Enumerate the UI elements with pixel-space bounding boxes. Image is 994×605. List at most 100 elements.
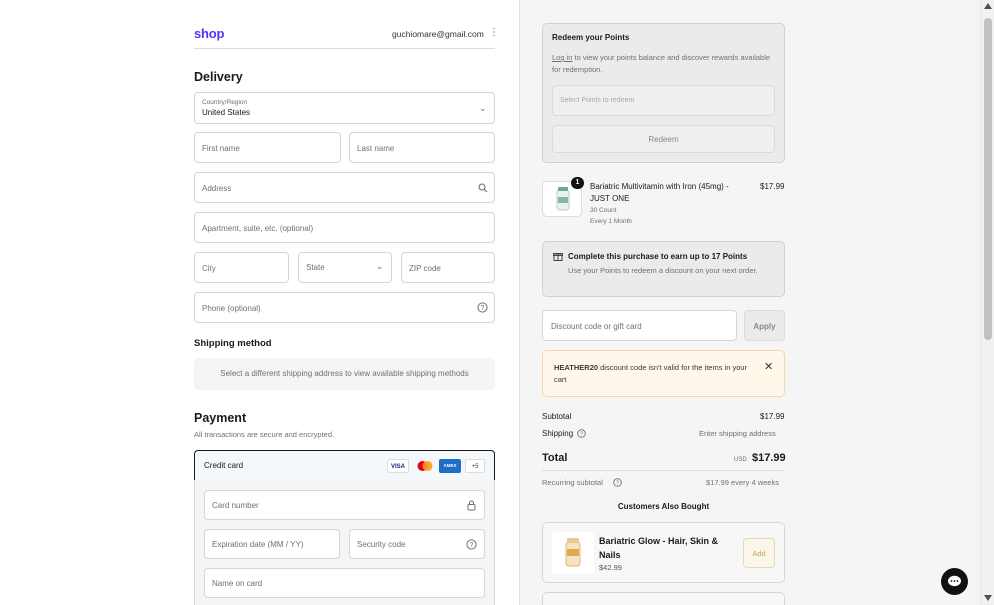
address-field[interactable]: Address [194, 172, 495, 203]
product-variant: 30 Count [590, 207, 617, 214]
country-select[interactable]: Country/Region United States ⌄ [194, 92, 495, 124]
gift-icon [553, 253, 563, 261]
discount-code-input[interactable]: Discount code or gift card [542, 310, 737, 341]
city-placeholder: City [202, 264, 216, 273]
mastercard-icon [415, 459, 435, 473]
address-placeholder: Address [202, 184, 232, 193]
product-frequency: Every 1 Month [590, 218, 632, 225]
first-name-field[interactable]: First name [194, 132, 341, 163]
customers-also-bought-title: Customers Also Bought [617, 502, 710, 511]
first-name-placeholder: First name [202, 144, 240, 153]
city-field[interactable]: City [194, 252, 289, 283]
name-on-card-field[interactable]: Name on card [204, 568, 485, 598]
discount-code: HEATHER20 [554, 363, 599, 372]
product-price: $17.99 [760, 182, 785, 191]
phone-placeholder: Phone (optional) [202, 304, 261, 313]
recurring-value: $17.99 every 4 weeks [706, 478, 779, 487]
card-number-placeholder: Card number [212, 501, 259, 510]
points-select-placeholder: Select Points to redeem [560, 97, 635, 104]
redeem-points-title: Redeem your Points [552, 33, 630, 42]
last-name-field[interactable]: Last name [349, 132, 495, 163]
checkout-main: shop guchiomare@gmail.com ⋮ Delivery Cou… [0, 0, 519, 605]
help-icon[interactable]: ? [577, 429, 586, 438]
quantity-badge: 1 [571, 177, 584, 189]
kebab-icon[interactable]: ⋮ [489, 28, 499, 38]
lock-icon [467, 500, 476, 511]
shipping-method-message: Select a different shipping address to v… [194, 358, 495, 390]
shop-logo[interactable]: shop [194, 26, 224, 41]
zip-field[interactable]: ZIP code [401, 252, 495, 283]
upsell-product-card [542, 592, 785, 605]
scroll-up-icon[interactable] [984, 3, 992, 9]
expiration-placeholder: Expiration date (MM / YY) [212, 540, 304, 549]
earn-points-title: Complete this purchase to earn up to 17 … [568, 252, 748, 261]
scroll-down-icon[interactable] [984, 595, 992, 601]
credit-card-option[interactable]: Credit card VISA AMEX +5 [194, 450, 495, 481]
zip-placeholder: ZIP code [409, 264, 441, 273]
svg-text:?: ? [470, 542, 474, 549]
payment-subtitle: All transactions are secure and encrypte… [194, 430, 335, 439]
apartment-placeholder: Apartment, suite, etc. (optional) [202, 224, 314, 233]
state-placeholder: State [306, 263, 325, 272]
svg-text:?: ? [616, 481, 619, 487]
last-name-placeholder: Last name [357, 144, 395, 153]
security-code-placeholder: Security code [357, 540, 406, 549]
search-icon [478, 183, 488, 193]
discount-error-banner: HEATHER20 discount code isn't valid for … [542, 350, 785, 397]
chevron-down-icon: ⌄ [479, 103, 487, 113]
subtotal-label: Subtotal [542, 412, 572, 421]
subtotal-value: $17.99 [760, 412, 785, 421]
amex-icon: AMEX [439, 459, 461, 473]
phone-field[interactable]: Phone (optional) ? [194, 292, 495, 323]
upsell-product-name: Bariatric Glow - Hair, Skin & Nails [599, 536, 719, 560]
discount-placeholder: Discount code or gift card [551, 322, 642, 331]
delivery-title: Delivery [194, 70, 243, 84]
chat-button[interactable] [941, 568, 968, 595]
upsell-product-card: Bariatric Glow - Hair, Skin & Nails $42.… [542, 522, 785, 583]
earn-points-description: Use your Points to redeem a discount on … [568, 266, 758, 275]
chevron-down-icon: ⌄ [376, 261, 384, 271]
earn-points-card: Complete this purchase to earn up to 17 … [542, 241, 785, 297]
name-on-card-placeholder: Name on card [212, 579, 263, 588]
upsell-product-thumbnail [552, 532, 594, 574]
expiration-field[interactable]: Expiration date (MM / YY) [204, 529, 340, 559]
help-icon[interactable]: ? [477, 302, 488, 313]
apply-discount-button[interactable]: Apply [744, 310, 785, 341]
recurring-label: Recurring subtotal [542, 478, 603, 487]
redeem-button[interactable]: Redeem [552, 125, 775, 153]
svg-text:?: ? [580, 432, 583, 438]
scrollbar-thumb[interactable] [984, 18, 992, 340]
login-link[interactable]: Log in [552, 53, 572, 62]
total-value: $17.99 [752, 452, 786, 464]
shipping-method-title: Shipping method [194, 338, 272, 349]
redeem-points-description: Log in to view your points balance and d… [552, 52, 772, 76]
state-select[interactable]: State ⌄ [298, 252, 392, 283]
product-name: Bariatric Multivitamin with Iron (45mg) … [590, 182, 729, 203]
more-brands-badge: +5 [465, 459, 485, 473]
apartment-field[interactable]: Apartment, suite, etc. (optional) [194, 212, 495, 243]
country-value: United States [202, 108, 251, 117]
discount-error-text: HEATHER20 discount code isn't valid for … [554, 362, 749, 386]
credit-card-label: Credit card [204, 461, 244, 470]
points-select[interactable]: Select Points to redeem [552, 85, 775, 116]
total-divider [542, 470, 785, 471]
upsell-product-price: $42.99 [599, 563, 622, 572]
svg-text:?: ? [481, 305, 485, 312]
scrollbar[interactable] [980, 0, 994, 605]
account-email: guchiomare@gmail.com [392, 29, 484, 39]
currency-code: USD [734, 457, 747, 463]
card-number-field[interactable]: Card number [204, 490, 485, 520]
security-code-field[interactable]: Security code ? [349, 529, 485, 559]
total-label: Total [542, 452, 568, 464]
help-icon[interactable]: ? [466, 539, 477, 550]
credit-card-form: Card number Expiration date (MM / YY) Se… [194, 480, 495, 605]
redeem-description-text: to view your points balance and discover… [552, 53, 771, 74]
shipping-value: Enter shipping address [699, 429, 776, 438]
shipping-label: Shipping [542, 429, 574, 438]
chat-icon [948, 575, 961, 587]
close-icon[interactable]: ✕ [764, 360, 773, 373]
add-upsell-button[interactable]: Add [743, 538, 775, 568]
payment-title: Payment [194, 411, 247, 425]
country-label: Country/Region [202, 99, 248, 106]
help-icon[interactable]: ? [613, 478, 622, 487]
